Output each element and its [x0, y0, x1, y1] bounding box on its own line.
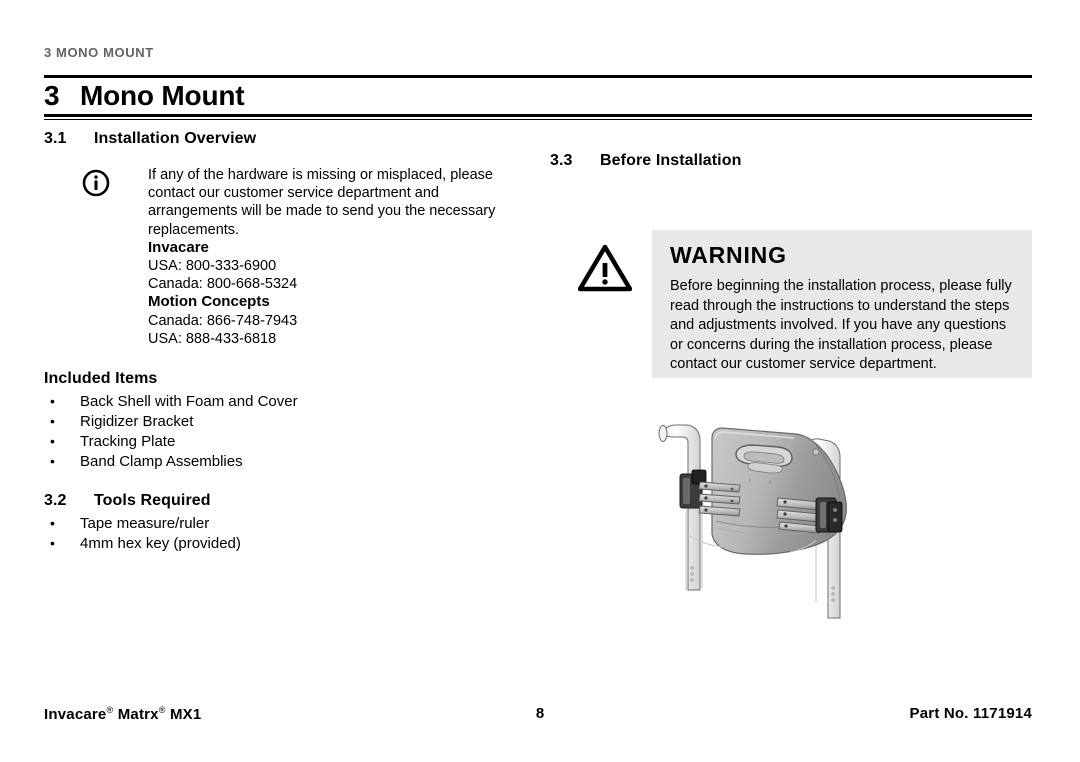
title-rule-top: [44, 75, 1032, 78]
contact-motion-concepts-usa: USA: 888-433-6818: [148, 330, 277, 347]
section-title: Installation Overview: [94, 130, 257, 147]
warning-title: WARNING: [670, 242, 787, 268]
contact-company-motion-concepts: Motion Concepts: [148, 293, 270, 311]
right-column: 3.3 Before Installation WARNING Before be…: [550, 152, 1032, 378]
info-callout: If any of the hardware is missing or mis…: [44, 166, 514, 348]
left-column: 3.1 Installation Overview If any of the h…: [44, 130, 514, 554]
section-heading-tools-required: 3.2 Tools Required: [44, 492, 514, 510]
list-item: Tape measure/ruler: [44, 513, 514, 534]
section-title: Tools Required: [94, 492, 211, 510]
tools-required-list: Tape measure/ruler 4mm hex key (provided…: [44, 513, 514, 554]
part-number-value: 1171914: [973, 705, 1032, 722]
list-item: Rigidizer Bracket: [44, 411, 514, 432]
warning-callout: WARNING Before beginning the installatio…: [550, 194, 1032, 378]
section-heading-before-installation: 3.3 Before Installation: [550, 152, 1032, 170]
list-item: Back Shell with Foam and Cover: [44, 391, 514, 412]
info-icon: [82, 169, 110, 197]
info-callout-paragraph: If any of the hardware is missing or mis…: [148, 167, 496, 238]
contact-motion-concepts-canada: Canada: 866-748-7943: [148, 312, 298, 329]
title-rule-bottom-thick: [44, 114, 1032, 117]
chapter-number: 3: [44, 80, 60, 111]
footer-part-number: Part No. 1171914: [910, 705, 1032, 722]
section-title: Before Installation: [600, 152, 742, 169]
warning-text: Before beginning the installation proces…: [670, 278, 1012, 372]
warning-box: WARNING Before beginning the installatio…: [652, 230, 1032, 378]
page-title: 3 Mono Mount: [44, 80, 1032, 112]
list-item: Band Clamp Assemblies: [44, 451, 514, 472]
subsection-heading-included-items: Included Items: [44, 370, 158, 388]
title-rule-bottom-thin: [44, 119, 1032, 120]
section-number: 3.2: [44, 492, 67, 510]
running-header: 3 MONO MOUNT: [44, 45, 154, 60]
part-number-label: Part No.: [909, 705, 969, 722]
section-number: 3.1: [44, 130, 67, 147]
contact-invacare-usa: USA: 800-333-6900: [148, 258, 277, 275]
info-callout-body: If any of the hardware is missing or mis…: [148, 166, 514, 348]
section-heading-installation-overview: 3.1 Installation Overview: [44, 130, 514, 148]
contact-company-invacare: Invacare: [148, 238, 209, 256]
included-items-list: Back Shell with Foam and Cover Rigidizer…: [44, 391, 514, 472]
chapter-title-text: Mono Mount: [80, 80, 245, 111]
document-page: 3 MONO MOUNT 3 Mono Mount 3.1 Installation…: [0, 0, 1080, 762]
section-number: 3.3: [550, 152, 573, 169]
list-item: Tracking Plate: [44, 431, 514, 452]
warning-triangle-icon: [577, 244, 633, 292]
product-illustration: [620, 390, 900, 650]
list-item: 4mm hex key (provided): [44, 533, 514, 554]
contact-invacare-canada: Canada: 800-668-5324: [148, 276, 298, 293]
